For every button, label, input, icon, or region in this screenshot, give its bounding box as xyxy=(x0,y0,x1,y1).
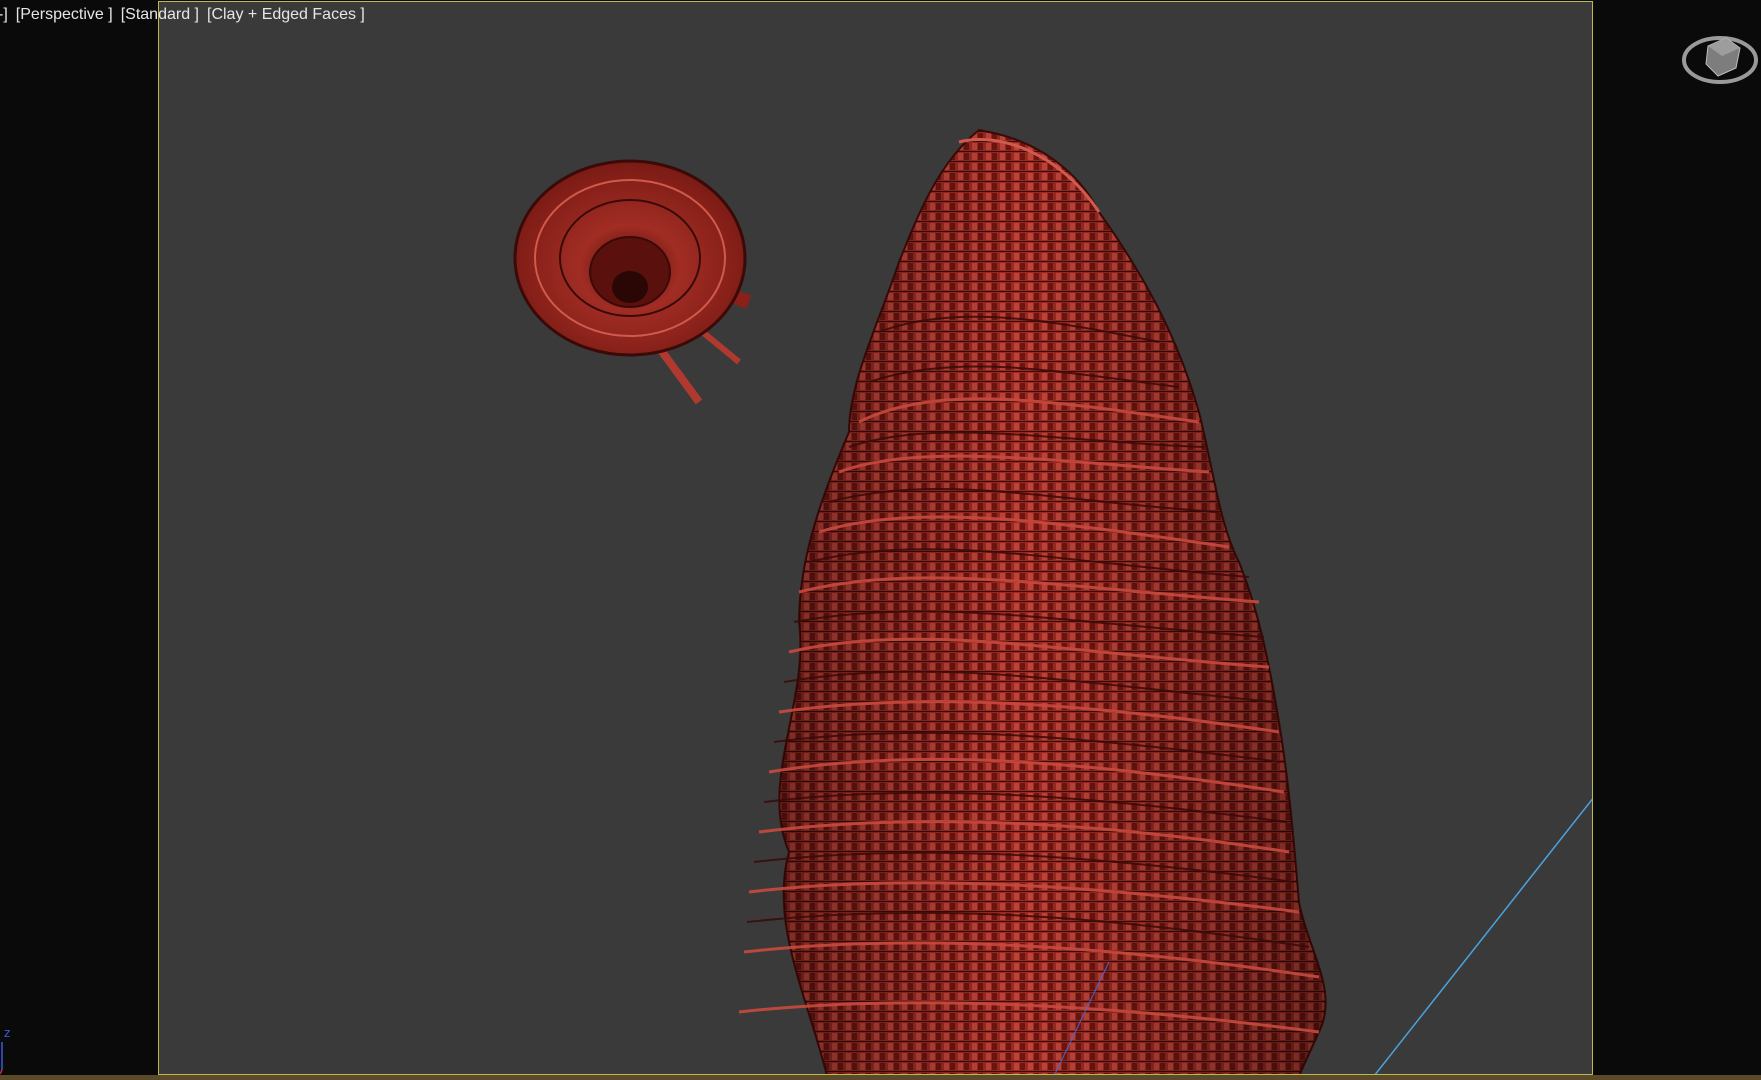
viewcube-icon[interactable] xyxy=(1680,28,1760,88)
viewport-label-menu: -] [Perspective ] [Standard ] [Clay + Ed… xyxy=(0,4,365,26)
viewport-left-margin xyxy=(0,0,158,1080)
viewport-shading-preset-menu[interactable]: [Standard ] xyxy=(121,6,199,24)
tower-model xyxy=(738,128,1327,1074)
viewport-bottom-edge xyxy=(0,1075,1761,1080)
viewport-right-margin xyxy=(1595,0,1761,1080)
grid-line xyxy=(1374,798,1592,1074)
axis-tripod-icon: z xyxy=(0,1020,20,1075)
viewport-point-of-view-menu[interactable]: [Perspective ] xyxy=(16,6,113,24)
scene-render xyxy=(513,128,1592,1074)
viewport-display-mode-menu[interactable]: [Clay + Edged Faces ] xyxy=(207,6,365,24)
dish-structure xyxy=(513,159,752,405)
viewport-root: -] [Perspective ] [Standard ] [Clay + Ed… xyxy=(0,0,1761,1080)
perspective-viewport[interactable] xyxy=(158,1,1593,1075)
viewport-general-menu[interactable]: -] xyxy=(0,6,8,24)
